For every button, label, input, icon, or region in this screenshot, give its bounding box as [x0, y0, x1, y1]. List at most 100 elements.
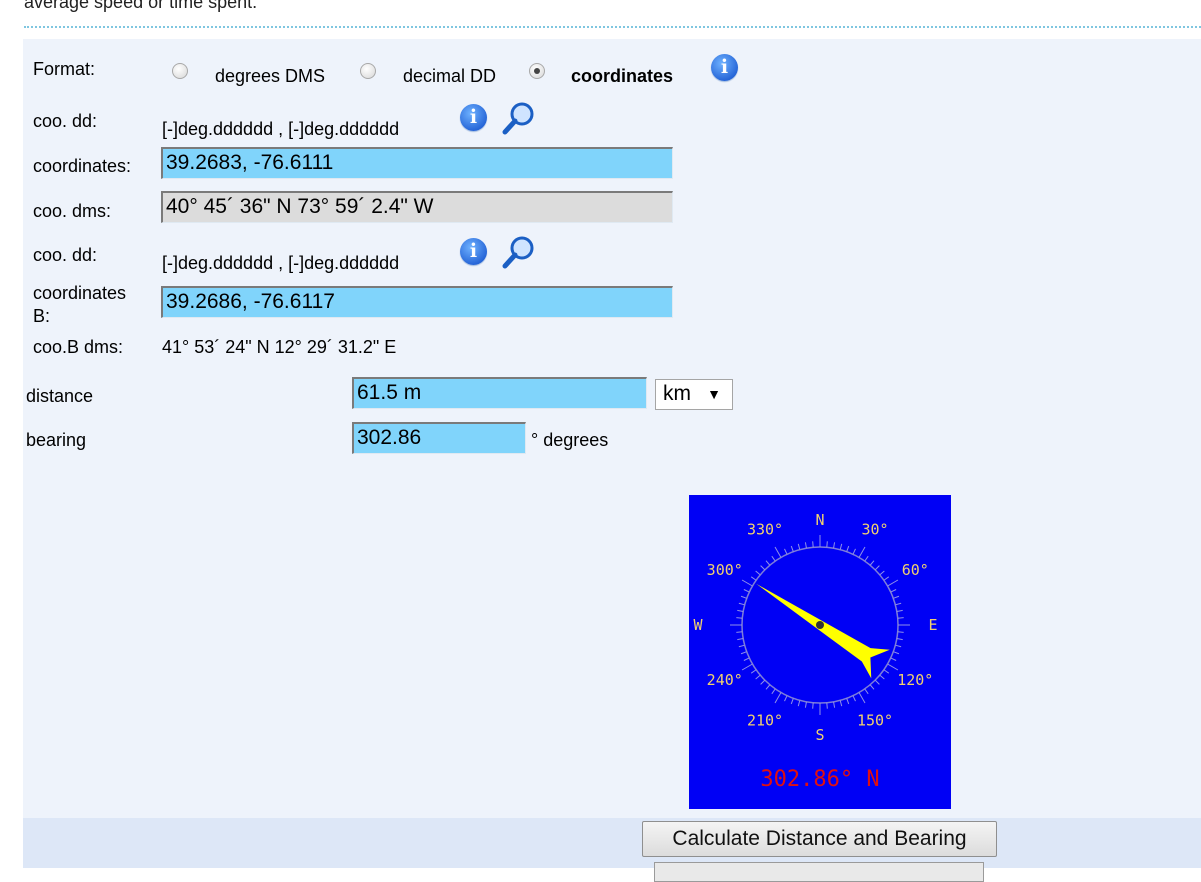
format-option-dms: degrees DMS — [215, 66, 326, 86]
compass-tick — [812, 541, 814, 548]
compass-tick — [896, 609, 903, 612]
compass-tick — [874, 679, 880, 685]
compass-pivot — [816, 621, 824, 629]
compass-tick — [890, 657, 897, 661]
compass-tick — [740, 595, 747, 599]
compass-tick — [743, 589, 750, 593]
compass-tick — [839, 700, 843, 707]
compass-tick — [846, 698, 850, 705]
coo-dms-output-a: 40° 45´ 36" N 73° 59´ 2.4" W — [161, 191, 673, 223]
compass-tick — [846, 545, 850, 552]
compass-cardinal-w: W — [693, 616, 703, 634]
chevron-down-icon: ▼ — [707, 386, 721, 402]
compass-tick — [887, 579, 899, 587]
compass-tick — [833, 701, 836, 708]
bearing-input[interactable]: 302.86 — [352, 422, 526, 454]
compass-tick — [790, 545, 794, 552]
compass-tick — [893, 595, 900, 599]
compass-cardinal-s: S — [815, 726, 824, 744]
compass-tick — [755, 570, 761, 576]
compass-degree-label: 330° — [747, 521, 783, 539]
distance-input[interactable]: 61.5 m — [352, 377, 647, 409]
compass-tick — [790, 698, 794, 705]
compass-tick — [833, 542, 836, 549]
compass-tick — [750, 576, 757, 581]
compass-tick — [896, 638, 903, 641]
info-icon-b[interactable]: i — [460, 238, 487, 265]
radio-decimal-dd[interactable] — [360, 63, 376, 79]
coo-dms-label-b: coo.B dms: — [33, 337, 124, 357]
compass-dial: 30° 60° 120° 150° 210° 240° 300° 330° N E S W — [693, 511, 937, 744]
compass-tick — [883, 576, 890, 581]
coordinates-label-a: coordinates: — [33, 156, 132, 176]
coo-dd-hint-a: [-]deg.dddddd , [-]deg.dddddd — [162, 119, 400, 139]
compass-tick — [879, 674, 885, 680]
compass-tick — [736, 617, 743, 619]
compass-tick — [895, 644, 902, 648]
compass-tick — [740, 651, 747, 655]
compass-tick — [883, 669, 890, 674]
compass-tick — [771, 688, 776, 695]
compass-tick — [897, 617, 904, 619]
compass-tick — [890, 589, 897, 593]
compass-tick — [737, 609, 744, 612]
compass-degree-label: 120° — [897, 671, 933, 689]
intro-text: average speed or time spent. — [24, 0, 258, 12]
coordinates-label-b-line1: coordinates — [33, 283, 127, 303]
compass-degree-label: 150° — [857, 711, 893, 729]
compass-tick — [797, 543, 801, 550]
format-option-dd: decimal DD — [403, 66, 497, 86]
compass-degree-label: 240° — [707, 671, 743, 689]
format-info-icon[interactable]: i — [711, 54, 738, 81]
compass-tick — [879, 570, 885, 576]
coordinates-input-b[interactable]: 39.2686, -76.6117 — [161, 286, 673, 318]
coo-dms-label-a: coo. dms: — [33, 201, 112, 221]
secondary-button[interactable] — [654, 862, 984, 882]
compass-tick — [771, 555, 776, 562]
compass-tick — [887, 663, 899, 671]
compass-tick — [897, 631, 904, 633]
magnifier-icon-b[interactable] — [501, 235, 537, 269]
bearing-unit: ° degrees — [531, 430, 609, 450]
compass-tick — [765, 684, 771, 690]
calculate-distance-bearing-button[interactable]: Calculate Distance and Bearing — [642, 821, 997, 857]
compass-tick — [858, 546, 866, 558]
compass-widget: 30° 60° 120° 150° 210° 240° 300° 330° N E S W 302.8… — [689, 495, 951, 809]
compass-degree-label: 210° — [747, 711, 783, 729]
compass-degree-label: 30° — [861, 521, 888, 539]
compass-tick — [826, 702, 828, 709]
compass-bearing-readout: 302.86° N — [760, 767, 880, 792]
compass-tick — [797, 700, 801, 707]
compass-tick — [869, 560, 875, 566]
magnifier-icon-a[interactable] — [501, 101, 537, 135]
compass-tick — [774, 692, 782, 704]
compass-tick — [774, 546, 782, 558]
compass-tick — [741, 663, 753, 671]
compass-tick — [743, 657, 750, 661]
compass-tick — [864, 688, 869, 695]
coo-dd-hint-b: [-]deg.dddddd , [-]deg.dddddd — [162, 253, 400, 273]
compass-tick — [858, 692, 866, 704]
coordinates-input-a[interactable]: 39.2683, -76.6111 — [161, 147, 673, 179]
compass-tick — [784, 695, 788, 702]
compass-tick — [864, 555, 869, 562]
coordinates-label-b-line2: B: — [33, 306, 51, 326]
radio-coordinates[interactable] — [529, 63, 545, 79]
compass-tick — [895, 602, 902, 606]
compass-tick — [874, 565, 880, 571]
compass-tick — [804, 701, 807, 708]
distance-unit-select[interactable]: km ▼ — [655, 379, 733, 410]
format-label: Format: — [33, 59, 96, 79]
info-icon-a[interactable]: i — [460, 104, 487, 131]
compass-cardinal-e: E — [928, 616, 937, 634]
compass-tick — [738, 644, 745, 648]
compass-tick — [750, 669, 757, 674]
compass-tick — [760, 565, 766, 571]
button-band — [23, 818, 1201, 868]
compass-tick — [765, 560, 771, 566]
compass-tick — [839, 543, 843, 550]
distance-label: distance — [26, 386, 94, 406]
compass-tick — [869, 684, 875, 690]
radio-degrees-dms[interactable] — [172, 63, 188, 79]
compass-tick — [852, 695, 856, 702]
